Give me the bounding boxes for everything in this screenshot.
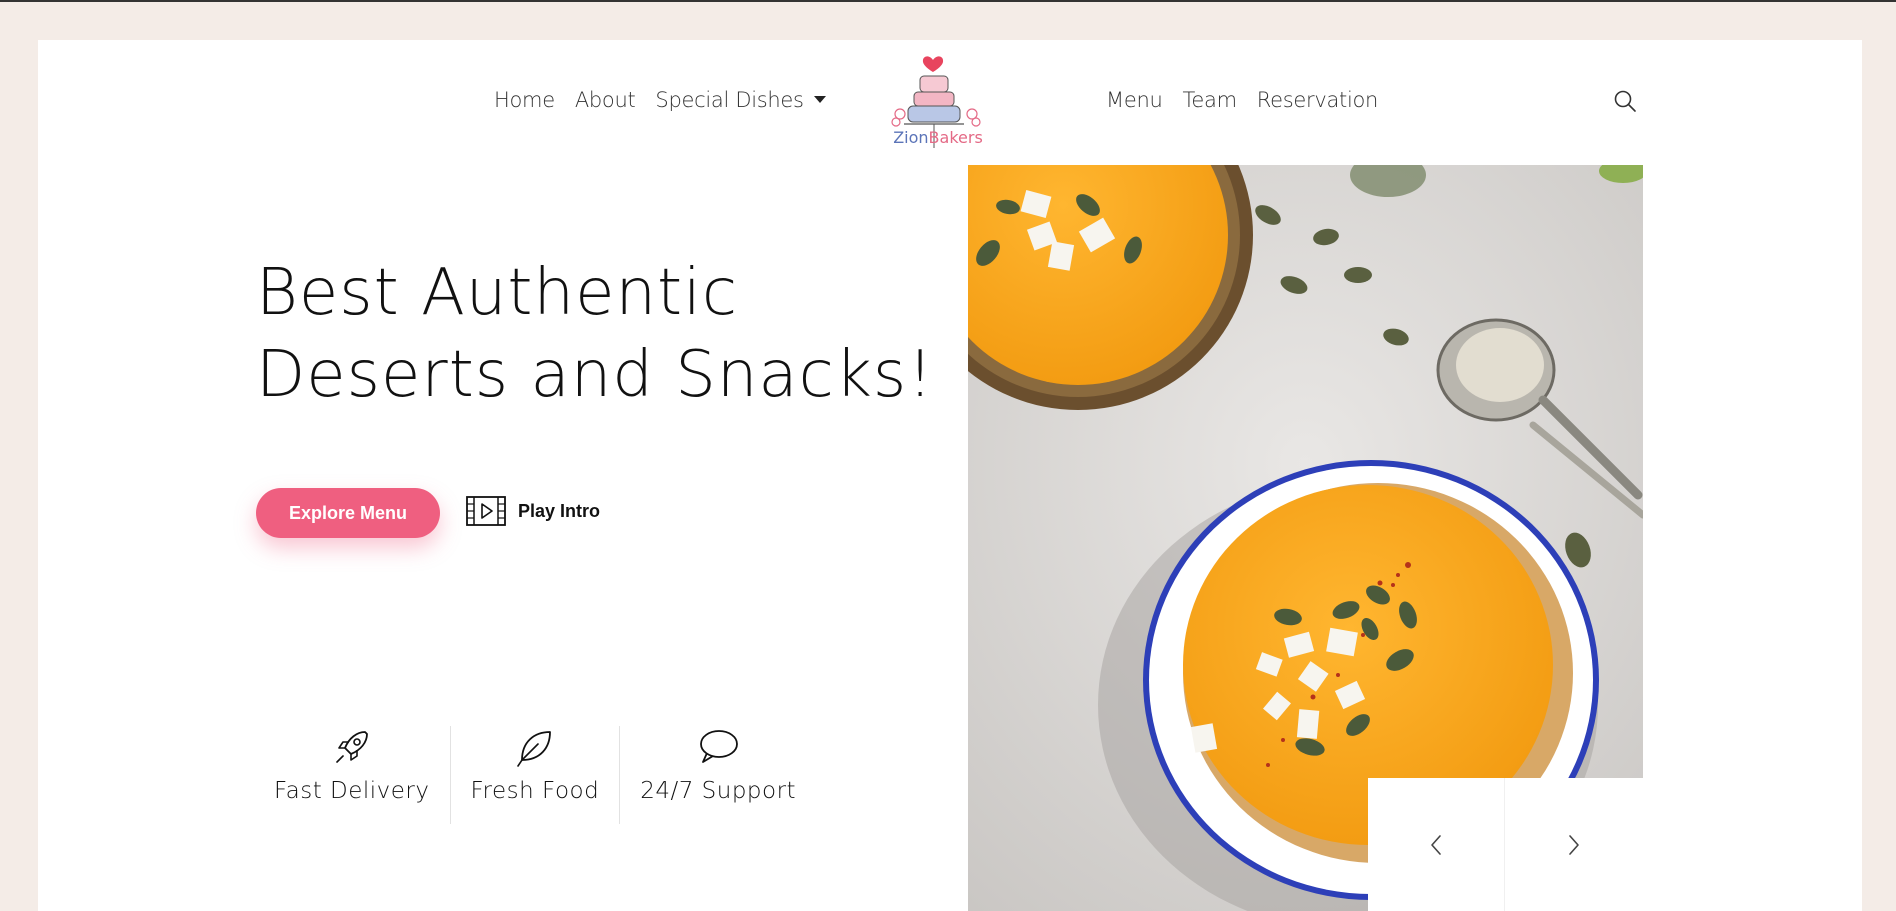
search-button[interactable] [1612,88,1638,114]
logo-text: ZionBakers [886,128,990,147]
search-icon [1614,90,1636,112]
film-play-icon [466,496,506,526]
logo-word-2: Bakers [928,128,983,147]
feature-label: Fast Delivery [274,778,430,804]
chat-bubble-icon [700,730,739,763]
nav-special-dishes[interactable]: Special Dishes [655,88,826,112]
feature-label: 24/7 Support [640,778,797,804]
explore-menu-button[interactable]: Explore Menu [256,488,440,538]
nav-home[interactable]: Home [494,88,555,112]
slider-next-button[interactable] [1505,778,1642,911]
chevron-left-icon [1431,834,1441,855]
leaf-icon [517,731,551,767]
feature-support: 24/7 Support [620,726,816,824]
feature-fresh-food: Fresh Food [451,726,621,824]
nav-right: Menu Team Reservation [1106,88,1378,112]
logo[interactable]: ZionBakers [886,50,990,154]
hero-title-line-2: Deserts and Snacks! [256,338,934,412]
feature-label: Fresh Food [470,778,600,804]
main-page: Home About Special Dishes ZionBakers Men… [38,40,1862,911]
logo-word-1: Zion [893,128,929,147]
nav-menu[interactable]: Menu [1106,88,1163,112]
chevron-right-icon [1568,834,1579,855]
slider-prev-button[interactable] [1368,778,1505,911]
hero-title: Best Authentic Deserts and Snacks! [256,252,934,416]
nav-team[interactable]: Team [1182,88,1237,112]
nav-reservation[interactable]: Reservation [1257,88,1379,112]
nav-about[interactable]: About [575,88,636,112]
nav-special-dishes-label: Special Dishes [655,88,804,112]
nav-left: Home About Special Dishes [494,88,826,112]
slider-controls [1368,778,1643,911]
play-intro-button[interactable]: Play Intro [466,494,600,528]
caret-down-icon [813,95,826,103]
hero-title-line-1: Best Authentic [256,256,739,330]
feature-fast-delivery: Fast Delivery [256,726,451,824]
play-intro-label: Play Intro [518,500,601,521]
rocket-icon [335,731,368,763]
features-list: Fast Delivery Fresh Food 24/7 Support [256,726,816,824]
top-border [0,0,1896,2]
